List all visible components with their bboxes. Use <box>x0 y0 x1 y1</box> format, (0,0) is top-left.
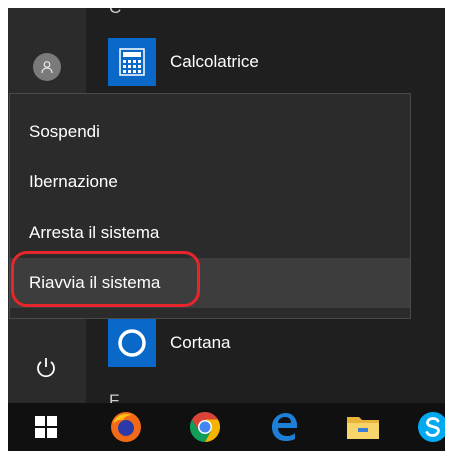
windows-start-icon <box>34 416 57 438</box>
taskbar-skype[interactable] <box>413 403 445 451</box>
cortana-icon <box>118 329 146 357</box>
highlight-annotation <box>11 251 200 307</box>
app-label-calcolatrice: Calcolatrice <box>170 52 259 71</box>
calculator-tile <box>108 38 156 86</box>
section-letter-c[interactable]: C <box>109 8 121 18</box>
edge-icon <box>271 413 297 441</box>
menu-item-sospendi[interactable]: Sospendi <box>10 107 410 157</box>
user-icon <box>41 61 53 74</box>
app-label-cortana: Cortana <box>170 333 231 352</box>
chrome-icon <box>189 412 220 442</box>
taskbar-chrome[interactable] <box>182 403 227 451</box>
power-button[interactable] <box>33 355 59 381</box>
start-menu: C F Calcolatrice <box>8 8 445 451</box>
power-icon <box>37 358 55 378</box>
skype-icon <box>418 412 445 442</box>
menu-item-ibernazione[interactable]: Ibernazione <box>10 157 410 207</box>
app-calcolatrice[interactable]: Calcolatrice <box>108 37 259 87</box>
taskbar-firefox[interactable] <box>103 403 148 451</box>
firefox-icon <box>110 412 141 442</box>
taskbar-file-explorer[interactable] <box>340 403 385 451</box>
file-explorer-icon <box>346 417 379 439</box>
taskbar <box>8 403 445 451</box>
taskbar-edge[interactable] <box>261 403 306 451</box>
start-button[interactable] <box>23 403 68 451</box>
user-avatar[interactable] <box>33 53 61 81</box>
app-cortana[interactable]: Cortana <box>108 318 230 368</box>
cortana-tile <box>108 319 156 367</box>
calculator-icon <box>119 48 145 76</box>
